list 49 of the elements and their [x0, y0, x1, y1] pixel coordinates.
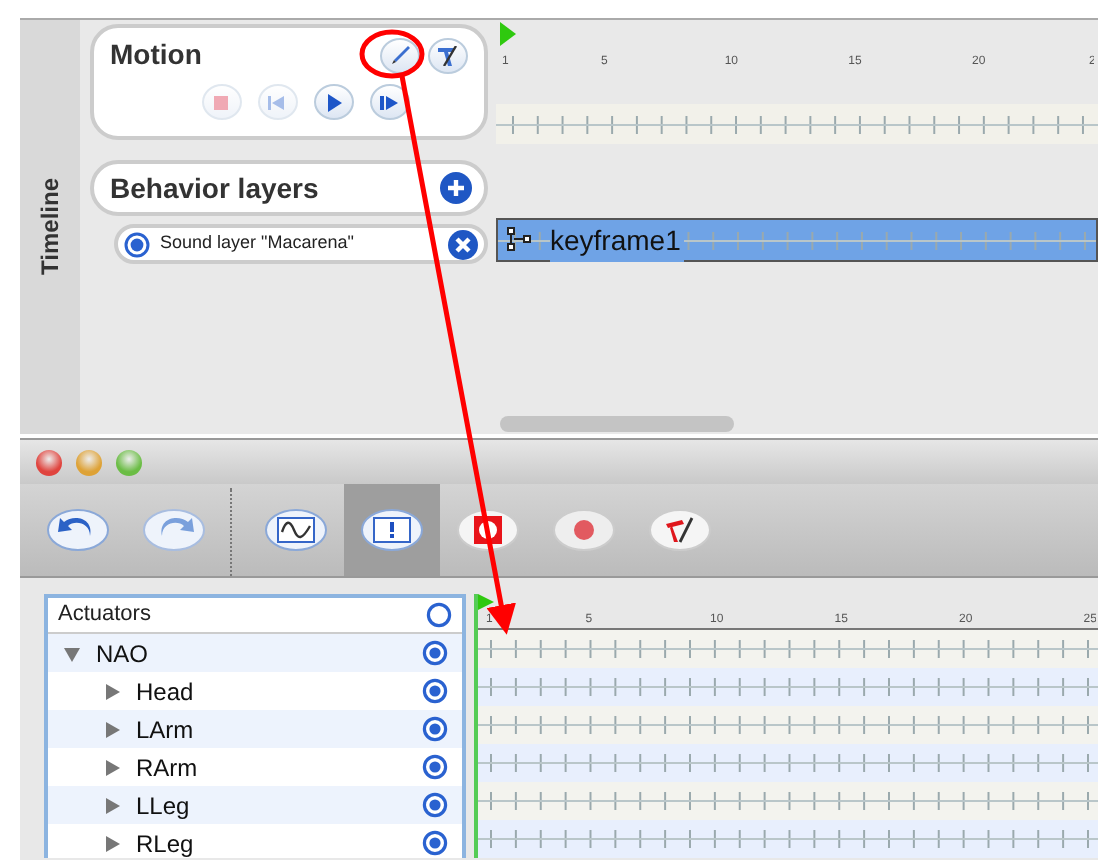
play-button[interactable] [313, 84, 353, 120]
motion-title: Motion [110, 36, 202, 74]
record-icon [552, 506, 616, 554]
keyframe-bar[interactable]: keyframe1 [496, 218, 1098, 262]
playhead-icon [478, 594, 494, 614]
tree-row[interactable]: NAO [48, 634, 462, 672]
redo-icon [142, 506, 206, 554]
add-icon [440, 172, 472, 204]
pencil-icon [391, 46, 409, 64]
tree-row[interactable]: RLeg [48, 824, 462, 858]
close-icon [448, 229, 478, 259]
layer-row[interactable]: Sound layer "Macarena" [114, 224, 488, 264]
close-button[interactable] [36, 449, 62, 475]
column-header: Actuators [58, 600, 151, 631]
tool-button[interactable] [428, 37, 468, 73]
tree-label: LLeg [136, 791, 192, 819]
wrench-icon [438, 45, 458, 65]
expand-arrow-icon[interactable] [104, 683, 120, 699]
tree-label: Head [136, 677, 196, 705]
expand-arrow-icon[interactable] [104, 759, 120, 775]
pencil-button[interactable] [380, 37, 420, 73]
add-layer-button[interactable] [440, 172, 472, 204]
collapse-arrow-icon[interactable] [64, 645, 80, 661]
highlight-circle [359, 29, 425, 79]
nodes-icon [506, 226, 534, 254]
record-frame-icon [456, 506, 520, 554]
wave-icon [264, 506, 328, 554]
behavior-layers-title: Behavior layers [110, 169, 319, 208]
expand-arrow-icon[interactable] [104, 835, 120, 851]
undo-icon [46, 506, 110, 554]
playhead-icon [498, 22, 516, 48]
expand-arrow-icon[interactable] [104, 797, 120, 813]
remove-layer-button[interactable] [448, 229, 478, 259]
tree-row[interactable]: Head [48, 672, 462, 710]
tree-row[interactable]: LLeg [48, 786, 462, 824]
tree-label: NAO [96, 639, 151, 667]
layer-name: Sound layer "Macarena" [160, 230, 356, 257]
timeline-icon [360, 506, 424, 554]
tree-row[interactable]: RArm [48, 748, 462, 786]
tree-row[interactable]: LArm [48, 710, 462, 748]
expand-arrow-icon[interactable] [104, 721, 120, 737]
tree-label: LArm [136, 715, 196, 743]
side-tab[interactable]: Timeline [20, 20, 80, 434]
tree-label: RArm [136, 753, 200, 781]
hammer-icon [648, 506, 712, 554]
scrollbar-thumb[interactable] [500, 416, 734, 432]
step-button[interactable] [369, 84, 409, 120]
tree-label: RLeg [136, 829, 196, 857]
worksheet-button[interactable] [344, 484, 440, 576]
